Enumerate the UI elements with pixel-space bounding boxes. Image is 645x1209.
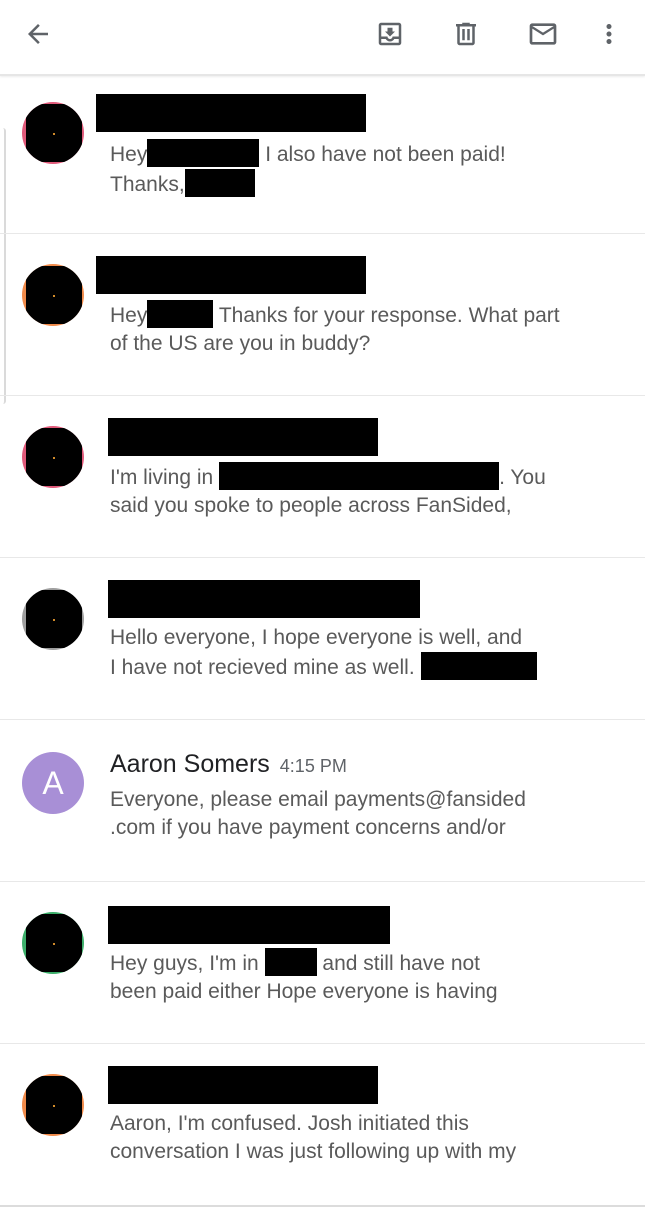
message-item[interactable]: Aaron, I'm confused. Josh initiated this… — [0, 1044, 645, 1206]
message-snippet: Hey guys, I'm in and still have not been… — [110, 948, 498, 1006]
avatar — [22, 588, 84, 650]
message-item[interactable]: Hello everyone, I hope everyone is well,… — [0, 558, 645, 720]
snippet-line-1: Hey Thanks for your response. What part — [110, 300, 560, 328]
redacted-sender-name — [96, 94, 366, 132]
redaction-box — [420, 652, 537, 680]
message-thread: Hey I also have not been paid! Thanks, H… — [0, 78, 645, 1206]
delete-icon[interactable] — [444, 12, 488, 56]
archive-icon[interactable] — [368, 12, 412, 56]
redaction-box — [184, 169, 255, 197]
redacted-sender-name — [108, 906, 390, 944]
more-vert-icon[interactable] — [587, 12, 631, 56]
message-snippet: Hey I also have not been paid! Thanks, — [110, 139, 506, 199]
snippet-line-2: .com if you have payment concerns and/or — [110, 816, 506, 839]
avatar-dot — [53, 943, 55, 945]
snippet-line-1: Hey guys, I'm in and still have not — [110, 948, 480, 976]
message-time: 4:15 PM — [279, 756, 347, 776]
snippet-line-2: said you spoke to people across FanSided… — [110, 494, 512, 517]
snippet-line-2: I have not recieved mine as well. — [110, 652, 537, 680]
avatar-dot — [53, 1105, 55, 1107]
snippet-line-2: of the US are you in buddy? — [110, 332, 371, 355]
snippet-line-1: I'm living in . You — [110, 462, 546, 490]
avatar — [22, 426, 84, 488]
avatar-dot — [53, 295, 55, 297]
message-snippet: Everyone, please email payments@fansided… — [110, 786, 526, 842]
snippet-line-2: been paid either Hope everyone is having — [110, 980, 498, 1003]
redaction-box — [219, 462, 500, 490]
avatar — [22, 1074, 84, 1136]
avatar — [22, 102, 84, 164]
snippet-line-1: Hello everyone, I hope everyone is well,… — [110, 626, 523, 649]
message-item[interactable]: I'm living in . You said you spoke to pe… — [0, 396, 645, 558]
avatar-dot — [53, 619, 55, 621]
message-snippet: I'm living in . You said you spoke to pe… — [110, 462, 546, 520]
snippet-line-1: Hey I also have not been paid! — [110, 139, 506, 167]
message-item[interactable]: Hey guys, I'm in and still have not been… — [0, 882, 645, 1044]
redacted-sender-name — [108, 1066, 378, 1104]
snippet-line-1: Aaron, I'm confused. Josh initiated this — [110, 1112, 469, 1135]
snippet-line-1: Everyone, please email payments@fansided — [110, 788, 526, 811]
message-item[interactable]: Hey I also have not been paid! Thanks, — [0, 78, 645, 234]
message-snippet: Aaron, I'm confused. Josh initiated this… — [110, 1110, 516, 1166]
redaction-box — [264, 948, 317, 976]
avatar-dot — [53, 133, 55, 135]
message-item[interactable]: A Aaron Somers 4:15 PM Everyone, please … — [0, 720, 645, 882]
redacted-sender-name — [108, 580, 420, 618]
redaction-box — [147, 300, 214, 328]
avatar: A — [22, 752, 84, 814]
redacted-sender-name — [108, 418, 378, 456]
avatar — [22, 912, 84, 974]
mail-icon[interactable] — [521, 12, 565, 56]
message-snippet: Hey Thanks for your response. What part … — [110, 300, 560, 358]
avatar — [22, 264, 84, 326]
redacted-sender-name — [96, 256, 366, 294]
bottom-divider — [0, 1205, 645, 1209]
avatar-dot — [53, 457, 55, 459]
message-item[interactable]: Hey Thanks for your response. What part … — [0, 234, 645, 396]
redaction-box — [147, 139, 260, 167]
snippet-line-2: Thanks, — [110, 169, 255, 197]
sender-line: Aaron Somers 4:15 PM — [110, 750, 347, 779]
arrow-back-icon[interactable] — [16, 12, 60, 56]
sender-name: Aaron Somers — [110, 750, 270, 778]
avatar-letter: A — [42, 764, 64, 801]
snippet-line-2: conversation I was just following up wit… — [110, 1140, 517, 1163]
message-snippet: Hello everyone, I hope everyone is well,… — [110, 624, 537, 682]
top-app-bar — [0, 0, 645, 76]
